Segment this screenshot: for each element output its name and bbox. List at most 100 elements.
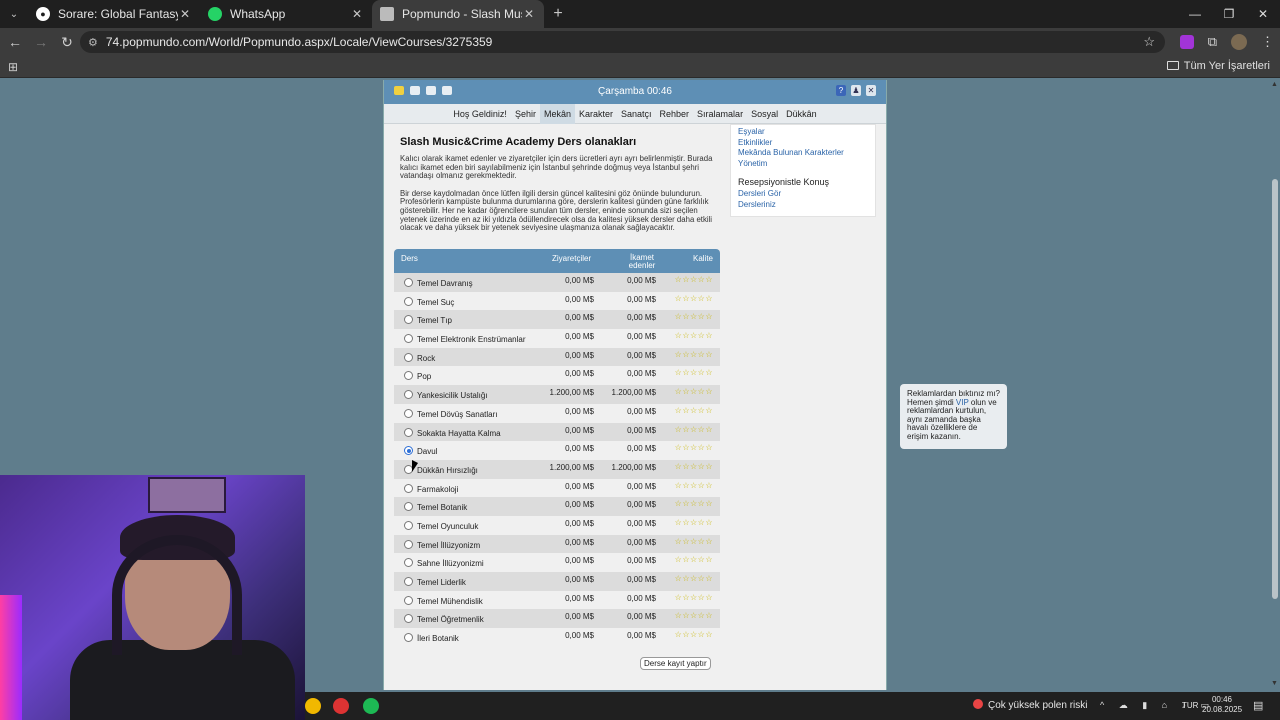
course-radio[interactable]	[404, 483, 413, 493]
notification-icon[interactable]: ▤	[1253, 699, 1263, 712]
site-info-icon[interactable]: ⚙	[88, 36, 98, 49]
table-row[interactable]: Rock 0,00 M$ 0,00 M$ ☆☆☆☆☆	[394, 347, 720, 367]
menu-item-karakter[interactable]: Karakter	[575, 104, 617, 124]
minimize-icon[interactable]: —	[1178, 0, 1212, 28]
sidebar-link-yonetim[interactable]: Yönetim	[738, 159, 868, 170]
menu-item-dukkan[interactable]: Dükkân	[782, 104, 821, 124]
menu-item-sehir[interactable]: Şehir	[511, 104, 540, 124]
avatar[interactable]	[1231, 34, 1247, 50]
table-row[interactable]: Temel Suç 0,00 M$ 0,00 M$ ☆☆☆☆☆	[394, 291, 720, 311]
menu-item-mekan[interactable]: Mekân	[539, 103, 575, 124]
course-radio[interactable]	[404, 334, 413, 344]
close-window-icon[interactable]: ✕	[1246, 0, 1280, 28]
close-icon[interactable]: ✕	[178, 7, 192, 21]
course-radio[interactable]	[404, 539, 413, 549]
table-row[interactable]: Dükkân Hırsızlığı 1.200,00 M$ 1.200,00 M$ ☆…	[394, 459, 720, 479]
course-radio[interactable]	[404, 390, 413, 400]
menu-item-rehber[interactable]: Rehber	[656, 104, 694, 124]
weather-text: Çok yüksek polen riski	[988, 700, 1088, 711]
table-row[interactable]: Sokakta Hayatta Kalma 0,00 M$ 0,00 M$ ☆☆☆☆☆	[394, 422, 720, 442]
course-radio[interactable]	[404, 446, 413, 456]
close-icon[interactable]: ✕	[350, 7, 364, 21]
resident-fee: 0,00 M$	[627, 332, 656, 342]
course-radio[interactable]	[404, 633, 413, 643]
course-radio[interactable]	[404, 278, 413, 287]
table-row[interactable]: Temel Tıp 0,00 M$ 0,00 M$ ☆☆☆☆☆	[394, 310, 720, 330]
weather-widget[interactable]: Çok yüksek polen riski	[973, 699, 1087, 711]
menu-item-sanatci[interactable]: Sanatçı	[617, 104, 656, 124]
menu-dots-icon[interactable]: ⋮	[1261, 34, 1274, 50]
course-radio[interactable]	[404, 296, 413, 306]
course-radio[interactable]	[404, 520, 413, 530]
forward-icon[interactable]: →	[28, 34, 54, 50]
table-row[interactable]: Temel Dövüş Sanatları 0,00 M$ 0,00 M$ ☆☆☆☆☆	[394, 403, 720, 423]
tab-sorare[interactable]: ● Sorare: Global Fantasy Football ✕	[28, 0, 200, 28]
close-icon[interactable]: ✕	[522, 7, 536, 21]
table-row[interactable]: Davul 0,00 M$ 0,00 M$ ☆☆☆☆☆	[394, 441, 720, 460]
sidebar-link-esyalar[interactable]: Eşyalar	[738, 127, 868, 138]
table-row[interactable]: Pop 0,00 M$ 0,00 M$ ☆☆☆☆☆	[394, 366, 720, 386]
scroll-down-icon[interactable]: ▼	[1271, 680, 1278, 687]
table-row[interactable]: Temel Mühendislik 0,00 M$ 0,00 M$ ☆☆☆☆☆	[394, 590, 720, 610]
language-indicator[interactable]: TUR	[1182, 701, 1198, 710]
bookmark-star-icon[interactable]: ☆	[1143, 34, 1155, 50]
table-row[interactable]: Temel İllüzyonizm 0,00 M$ 0,00 M$ ☆☆☆☆☆	[394, 534, 720, 554]
scroll-up-icon[interactable]: ▲	[1271, 81, 1278, 88]
table-row[interactable]: Temel Elektronik Enstrümanlar 0,00 M$ 0,00…	[394, 329, 720, 348]
course-radio[interactable]	[404, 558, 413, 568]
table-row[interactable]: Temel Oyunculuk 0,00 M$ 0,00 M$ ☆☆☆☆☆	[394, 515, 720, 535]
course-radio[interactable]	[404, 352, 413, 362]
course-radio[interactable]	[404, 614, 413, 624]
table-row[interactable]: İleri Botanik 0,00 M$ 0,00 M$ ☆☆☆☆☆	[394, 628, 720, 647]
table-row[interactable]: Farmakoloji 0,00 M$ 0,00 M$ ☆☆☆☆☆	[394, 478, 720, 498]
visitor-fee: 0,00 M$	[565, 276, 594, 285]
menu-item-hos-geldiniz[interactable]: Hoş Geldiniz!	[449, 104, 511, 124]
sidebar-link-etkinlikler[interactable]: Etkinlikler	[738, 138, 868, 149]
all-bookmarks-button[interactable]: Tüm Yer İşaretleri	[1166, 60, 1270, 72]
visitor-fee: 0,00 M$	[565, 631, 594, 641]
menu-item-siralamalar[interactable]: Sıralamalar	[693, 104, 747, 124]
tab-whatsapp[interactable]: WhatsApp ✕	[200, 0, 372, 28]
sidebar-link-your-courses[interactable]: Dersleriniz	[738, 200, 868, 211]
tab-popmundo[interactable]: Popmundo - Slash Music&Crim ✕	[372, 0, 544, 28]
course-radio[interactable]	[404, 577, 413, 586]
course-name: Davul	[417, 447, 438, 457]
extensions-puzzle-icon[interactable]: ⧉	[1208, 34, 1217, 50]
sidebar-link-characters[interactable]: Mekânda Bulunan Karakterler	[738, 148, 868, 159]
sidebar-link-view-courses[interactable]: Dersleri Gör	[738, 189, 868, 200]
table-row[interactable]: Yankesicilik Ustalığı 1.200,00 M$ 1.200,00…	[394, 385, 720, 404]
resident-fee: 0,00 M$	[627, 276, 656, 285]
apps-grid-icon[interactable]: ⊞	[8, 60, 18, 74]
reload-icon[interactable]: ↻	[54, 34, 80, 51]
resident-fee: 0,00 M$	[627, 294, 656, 304]
table-row[interactable]: Temel Liderlik 0,00 M$ 0,00 M$ ☆☆☆☆☆	[394, 572, 720, 591]
course-radio[interactable]	[404, 315, 413, 325]
table-row[interactable]: Sahne İllüzyonizmi 0,00 M$ 0,00 M$ ☆☆☆☆☆	[394, 553, 720, 572]
course-radio[interactable]	[404, 502, 413, 512]
page-scrollbar[interactable]: ▲ ▼	[1270, 79, 1280, 689]
scrollbar-thumb[interactable]	[1272, 179, 1278, 599]
help-icon[interactable]: ?	[836, 85, 846, 96]
address-bar[interactable]: ⚙ 74.popmundo.com/World/Popmundo.aspx/Lo…	[80, 31, 1165, 53]
course-radio[interactable]	[404, 595, 413, 605]
table-row[interactable]: Temel Öğretmenlik 0,00 M$ 0,00 M$ ☆☆☆☆☆	[394, 609, 720, 629]
visitor-fee: 0,00 M$	[565, 332, 594, 342]
close-icon[interactable]: ✕	[866, 85, 876, 96]
course-radio[interactable]	[404, 427, 413, 437]
back-icon[interactable]: ←	[2, 34, 28, 50]
clock[interactable]: 00:46 20.08.2025	[1202, 695, 1242, 715]
chrome-icon[interactable]	[305, 698, 321, 714]
menu-item-sosyal[interactable]: Sosyal	[747, 104, 782, 124]
tab-search-button[interactable]: ⌄	[0, 0, 28, 28]
table-row[interactable]: Temel Botanik 0,00 M$ 0,00 M$ ☆☆☆☆☆	[394, 497, 720, 516]
course-radio[interactable]	[404, 371, 413, 381]
extension-icon[interactable]	[1179, 35, 1194, 49]
course-radio[interactable]	[404, 408, 413, 418]
enroll-button[interactable]: Derse kayıt yaptır	[640, 657, 711, 670]
restore-icon[interactable]: ❐	[1212, 0, 1246, 28]
app-icon[interactable]	[333, 698, 349, 714]
user-icon[interactable]: ♟	[851, 85, 861, 96]
spotify-icon[interactable]	[363, 698, 379, 714]
table-row[interactable]: Temel Davranış 0,00 M$ 0,00 M$ ☆☆☆☆☆	[394, 273, 720, 292]
new-tab-button[interactable]: +	[544, 5, 572, 23]
